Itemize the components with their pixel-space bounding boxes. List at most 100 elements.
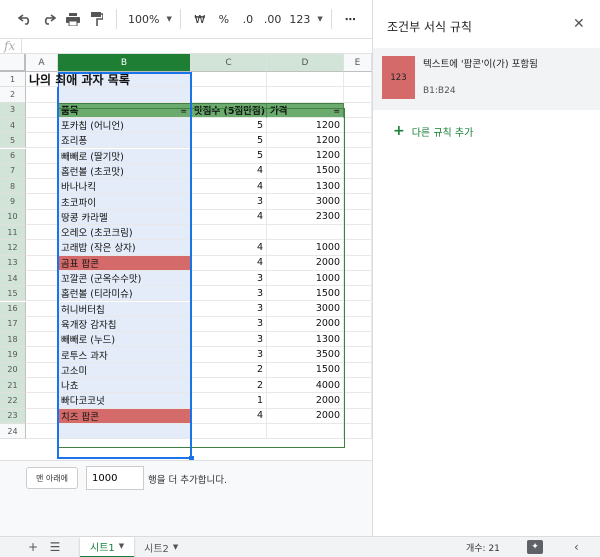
cell-c[interactable]: 5 <box>191 148 267 164</box>
cell-e[interactable] <box>344 408 372 424</box>
cell-d[interactable] <box>267 225 344 241</box>
cell-c[interactable] <box>191 225 267 241</box>
cell-c[interactable]: 4 <box>191 408 267 424</box>
cell-d[interactable]: 2000 <box>267 393 344 409</box>
row-header[interactable]: 20 <box>0 362 26 378</box>
cell-d[interactable]: 1500 <box>267 286 344 302</box>
column-title-b[interactable]: 품목 ≡ <box>58 102 191 118</box>
column-header-a[interactable]: A <box>26 54 58 72</box>
cell-d[interactable] <box>267 423 344 440</box>
cell-e[interactable] <box>344 225 372 241</box>
select-all-corner[interactable] <box>0 54 26 72</box>
row-header[interactable]: 17 <box>0 316 26 333</box>
cell-a[interactable] <box>26 378 58 394</box>
row-header[interactable]: 19 <box>0 347 26 363</box>
cell-a[interactable] <box>26 179 58 195</box>
cell-b[interactable]: 홈런볼 (티라미슈) <box>58 286 191 302</box>
cell-a[interactable] <box>26 133 58 149</box>
filter-icon[interactable]: ≡ <box>180 106 187 115</box>
cell-c[interactable]: 3 <box>191 332 267 348</box>
cell-e[interactable] <box>344 163 372 180</box>
add-sheet-icon[interactable]: + <box>22 540 44 554</box>
cell-e[interactable] <box>344 255 372 271</box>
cell-d[interactable]: 1000 <box>267 270 344 287</box>
cell-b[interactable]: 꼬깔콘 (군옥수수맛) <box>58 270 191 287</box>
tab-sheet1[interactable]: 시트1 ▼ <box>80 536 135 557</box>
cell-a[interactable] <box>26 255 58 271</box>
row-header[interactable]: 16 <box>0 301 26 317</box>
cell-a[interactable] <box>26 225 58 241</box>
cell-d[interactable]: 2000 <box>267 316 344 333</box>
row-header[interactable]: 24 <box>0 423 26 440</box>
cell-e[interactable] <box>344 117 372 134</box>
cell-e[interactable] <box>344 87 372 103</box>
row-header[interactable]: 15 <box>0 286 26 302</box>
row-header[interactable]: 22 <box>0 393 26 409</box>
cell-e[interactable] <box>344 194 372 210</box>
row-header[interactable]: 1 <box>0 72 26 88</box>
column-header-b[interactable]: B <box>58 54 191 72</box>
row-header[interactable]: 13 <box>0 255 26 271</box>
cell-e[interactable] <box>344 240 372 256</box>
cell-b[interactable]: 땅콩 카라멜 <box>58 209 191 225</box>
cell-c[interactable]: 3 <box>191 194 267 210</box>
cell-a[interactable] <box>26 423 58 440</box>
number-format-select[interactable]: 123 ▼ <box>286 6 322 32</box>
row-header[interactable]: 11 <box>0 225 26 241</box>
column-header-d[interactable]: D <box>267 54 344 72</box>
cell-b[interactable]: 빠다코코넛 <box>58 393 191 409</box>
conditional-rule-item[interactable]: 123 텍스트에 '팝콘'이(가) 포함됨 B1:B24 <box>373 48 600 110</box>
add-rows-button[interactable]: 맨 아래에 <box>26 467 78 489</box>
cell-b[interactable]: 빼빼로 (딸기맛) <box>58 148 191 164</box>
cell-c[interactable]: 5 <box>191 117 267 134</box>
cell-d[interactable]: 1300 <box>267 179 344 195</box>
cell-e[interactable] <box>344 301 372 317</box>
paint-format-icon[interactable] <box>86 6 108 32</box>
cell-e[interactable] <box>344 270 372 287</box>
row-header[interactable]: 18 <box>0 332 26 348</box>
cell-c[interactable]: 4 <box>191 255 267 271</box>
row-header[interactable]: 3 <box>0 102 26 118</box>
row-header[interactable]: 2 <box>0 87 26 103</box>
cell-e[interactable] <box>344 148 372 164</box>
cell-c[interactable]: 4 <box>191 209 267 225</box>
cell-e[interactable] <box>344 362 372 378</box>
cell-c[interactable]: 3 <box>191 316 267 333</box>
all-sheets-icon[interactable]: ☰ <box>44 540 66 554</box>
cell-a[interactable] <box>26 148 58 164</box>
cell-a[interactable] <box>26 163 58 180</box>
more-options-icon[interactable]: ⋯ <box>340 6 362 32</box>
cell-d[interactable]: 3500 <box>267 347 344 363</box>
cell-d[interactable]: 4000 <box>267 378 344 394</box>
cell-b[interactable]: 고래밥 (작은 상자) <box>58 240 191 256</box>
cell-e[interactable] <box>344 133 372 149</box>
cell-e[interactable] <box>344 179 372 195</box>
cell-c[interactable]: 3 <box>191 301 267 317</box>
cell-c[interactable]: 4 <box>191 163 267 180</box>
cell-a[interactable] <box>26 270 58 287</box>
cell-a[interactable] <box>26 102 58 118</box>
cell-a[interactable] <box>26 209 58 225</box>
chevron-left-icon[interactable]: ‹ <box>574 540 579 554</box>
cell-e[interactable] <box>344 286 372 302</box>
cell-a[interactable] <box>26 87 58 103</box>
column-header-c[interactable]: C <box>191 54 267 72</box>
cell-e[interactable] <box>344 378 372 394</box>
cell-c[interactable]: 4 <box>191 179 267 195</box>
cell-c[interactable]: 3 <box>191 347 267 363</box>
redo-icon[interactable] <box>38 6 60 32</box>
cell-d[interactable]: 1500 <box>267 362 344 378</box>
cell-b[interactable]: 바나나킥 <box>58 179 191 195</box>
cell-c[interactable]: 1 <box>191 393 267 409</box>
cell-a[interactable] <box>26 194 58 210</box>
tab-sheet2[interactable]: 시트2 ▼ <box>134 537 188 557</box>
cell-b[interactable] <box>58 87 191 103</box>
cell-a[interactable] <box>26 117 58 134</box>
cell-d[interactable]: 1000 <box>267 240 344 256</box>
cell-d[interactable] <box>267 87 344 103</box>
currency-format-button[interactable]: ₩ <box>189 6 211 32</box>
cell-b[interactable]: 홈런볼 (초코맛) <box>58 163 191 180</box>
row-header[interactable]: 4 <box>0 117 26 134</box>
filter-icon[interactable]: ≡ <box>333 106 340 115</box>
cell-b[interactable]: 치즈 팝콘 <box>58 408 191 424</box>
